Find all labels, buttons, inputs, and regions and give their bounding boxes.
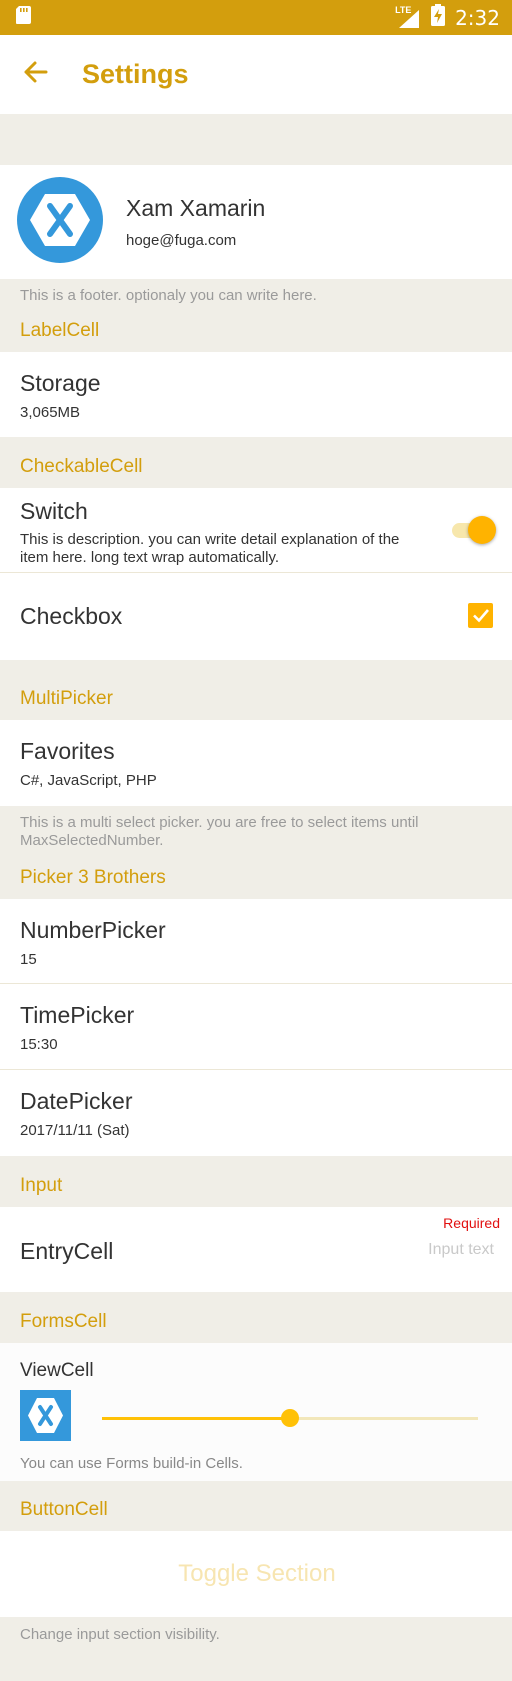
numberpicker-value: 15 (20, 951, 37, 968)
profile-email: hoge@fuga.com (126, 232, 237, 249)
signal-icon: LTE (395, 5, 421, 29)
check-icon (472, 609, 489, 623)
top-spacer (0, 114, 512, 165)
slider-fill (102, 1417, 290, 1420)
view-cell: ViewCell You can use Forms build-in Cell… (0, 1343, 512, 1481)
storage-value: 3,065MB (20, 404, 81, 421)
toggle-section-button[interactable]: Toggle Section (178, 1560, 335, 1588)
favorites-title: Favorites (20, 738, 115, 764)
xamarin-logo-icon (17, 176, 103, 268)
datepicker-cell[interactable]: DatePicker 2017/11/11 (Sat) (0, 1070, 512, 1156)
datepicker-title: DatePicker (20, 1088, 133, 1114)
storage-cell[interactable]: Storage 3,065MB (0, 352, 512, 437)
entry-input[interactable]: Input text (428, 1241, 494, 1259)
section-header-multipicker: MultiPicker (0, 660, 512, 720)
switch-cell[interactable]: Switch This is description. you can writ… (0, 488, 512, 573)
viewcell-title: ViewCell (20, 1360, 94, 1381)
checkbox-cell[interactable]: Checkbox (0, 573, 512, 660)
entry-title: EntryCell (20, 1238, 114, 1264)
status-bar: LTE 2:32 (0, 0, 512, 35)
numberpicker-cell[interactable]: NumberPicker 15 (0, 899, 512, 984)
slider-thumb[interactable] (281, 1409, 299, 1427)
toggle-switch[interactable] (452, 516, 496, 544)
profile-name: Xam Xamarin (126, 195, 266, 221)
checkbox-title: Checkbox (20, 603, 123, 629)
battery-icon (431, 4, 446, 31)
status-time: 2:32 (455, 5, 500, 30)
numberpicker-title: NumberPicker (20, 917, 166, 943)
switch-title: Switch (20, 498, 88, 524)
entry-cell[interactable]: Required EntryCell Input text (0, 1207, 512, 1292)
checkbox[interactable] (468, 603, 493, 628)
favorites-value: C#, JavaScript, PHP (20, 772, 157, 789)
section-header-buttoncell: ButtonCell (0, 1481, 512, 1531)
timepicker-cell[interactable]: TimePicker 15:30 (0, 984, 512, 1070)
timepicker-title: TimePicker (20, 1002, 135, 1028)
slider-track[interactable] (290, 1417, 478, 1420)
section-header-input: Input (0, 1156, 512, 1207)
xamarin-square-icon (20, 1390, 71, 1446)
switch-description: This is description. you can write detai… (20, 531, 400, 566)
buttoncell-footer: Change input section visibility. (0, 1617, 512, 1657)
multipicker-footer: This is a multi select picker. you are f… (0, 806, 512, 856)
section-header-labelcell: LabelCell (0, 312, 512, 352)
timepicker-value: 15:30 (20, 1036, 58, 1053)
storage-title: Storage (20, 370, 101, 396)
datepicker-value: 2017/11/11 (Sat) (20, 1122, 130, 1139)
section-header-formscell: FormsCell (0, 1292, 512, 1343)
section-header-checkablecell: CheckableCell (0, 437, 512, 488)
back-arrow-icon[interactable] (22, 60, 48, 89)
favorites-cell[interactable]: Favorites C#, JavaScript, PHP (0, 720, 512, 806)
page-title: Settings (82, 59, 189, 89)
section-header-pickers: Picker 3 Brothers (0, 856, 512, 899)
nav-bar: Settings (0, 35, 512, 114)
sd-card-icon (16, 6, 32, 29)
button-cell[interactable]: Toggle Section (0, 1531, 512, 1617)
profile-cell[interactable]: Xam Xamarin hoge@fuga.com (0, 165, 512, 279)
profile-footer: This is a footer. optionaly you can writ… (0, 279, 512, 312)
required-label: Required (443, 1215, 500, 1231)
viewcell-caption: You can use Forms build-in Cells. (20, 1455, 243, 1472)
